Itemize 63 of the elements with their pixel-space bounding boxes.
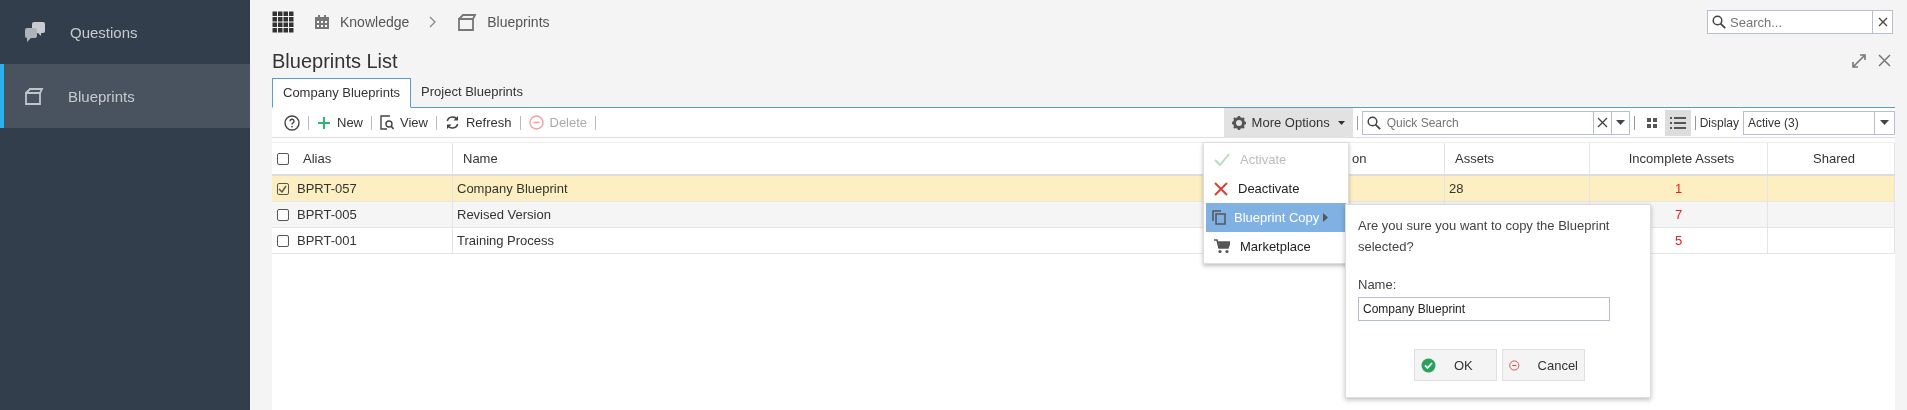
list-view-button[interactable] bbox=[1664, 109, 1691, 136]
caret-icon bbox=[1337, 120, 1345, 125]
expand-icon bbox=[1852, 54, 1866, 68]
close-icon bbox=[1878, 54, 1891, 67]
box-icon bbox=[457, 13, 478, 31]
caret-icon bbox=[1880, 120, 1889, 125]
name-field[interactable]: Company Blueprint bbox=[1358, 297, 1610, 321]
breadcrumb-link[interactable]: Blueprints bbox=[457, 13, 550, 31]
sidebar-item[interactable]: Blueprints bbox=[0, 64, 250, 128]
search-box[interactable]: Search... bbox=[1707, 10, 1893, 34]
refresh-button[interactable]: Refresh bbox=[438, 115, 518, 130]
check-icon bbox=[278, 184, 287, 193]
page-title: Blueprints List bbox=[272, 49, 398, 73]
close-icon bbox=[1214, 181, 1228, 196]
display-dropdown[interactable]: Active (3) bbox=[1743, 110, 1895, 135]
table-cell: 28 bbox=[1445, 176, 1590, 201]
new-button[interactable]: New bbox=[311, 115, 369, 130]
cancel-button[interactable]: Cancel bbox=[1502, 349, 1585, 381]
gear-icon bbox=[1231, 115, 1246, 130]
more-options-button[interactable]: More Options bbox=[1223, 107, 1353, 138]
plus-icon bbox=[317, 115, 331, 130]
box-icon bbox=[24, 87, 44, 105]
search-icon bbox=[1366, 115, 1381, 130]
calendar-icon bbox=[314, 14, 330, 30]
checkbox[interactable] bbox=[276, 182, 289, 195]
ok-button[interactable]: OK bbox=[1414, 349, 1497, 381]
tab[interactable]: Company Blueprints bbox=[272, 78, 412, 108]
name-label: Name: bbox=[1358, 277, 1398, 292]
display-label: Display bbox=[1699, 115, 1739, 130]
quick-search-box[interactable]: Quick Search bbox=[1361, 110, 1630, 135]
minus-circle-icon bbox=[1509, 357, 1520, 373]
help-icon bbox=[284, 114, 300, 131]
refresh-icon bbox=[444, 115, 460, 130]
table-cell: BPRT-057 bbox=[293, 176, 453, 201]
check-circle-icon bbox=[1421, 357, 1436, 373]
tab[interactable]: Project Blueprints bbox=[411, 78, 533, 107]
chat-bubbles-icon bbox=[24, 22, 46, 42]
copy-icon bbox=[1212, 210, 1226, 225]
cart-icon bbox=[1214, 239, 1230, 254]
sidebar-item[interactable]: Questions bbox=[0, 0, 250, 64]
breadcrumb-link[interactable]: Knowledge bbox=[314, 14, 410, 30]
checkbox[interactable] bbox=[276, 152, 289, 165]
table-cell: 1 bbox=[1590, 176, 1768, 201]
table-cell: BPRT-001 bbox=[293, 228, 453, 253]
column-header[interactable]: Incomplete Assets bbox=[1590, 143, 1768, 174]
checkbox[interactable] bbox=[276, 208, 289, 221]
apps-grid-icon bbox=[272, 11, 294, 33]
check-icon bbox=[1214, 153, 1230, 166]
list-view-icon bbox=[1669, 115, 1686, 130]
minus-circle-icon bbox=[528, 115, 544, 130]
grid-view-icon bbox=[1645, 116, 1658, 129]
table-cell: BPRT-005 bbox=[293, 202, 453, 227]
view-button[interactable]: View bbox=[374, 115, 434, 130]
close-icon bbox=[1877, 17, 1888, 27]
search-icon bbox=[1712, 15, 1726, 29]
column-header[interactable]: Assets bbox=[1445, 143, 1590, 174]
caret-icon bbox=[1615, 120, 1625, 125]
magnifier-page-icon bbox=[380, 115, 394, 130]
close-icon bbox=[1596, 117, 1608, 128]
column-header[interactable]: Alias bbox=[293, 143, 453, 174]
column-header[interactable]: Shared bbox=[1768, 143, 1895, 174]
checkbox[interactable] bbox=[276, 234, 289, 247]
chevron-icon bbox=[429, 16, 438, 28]
